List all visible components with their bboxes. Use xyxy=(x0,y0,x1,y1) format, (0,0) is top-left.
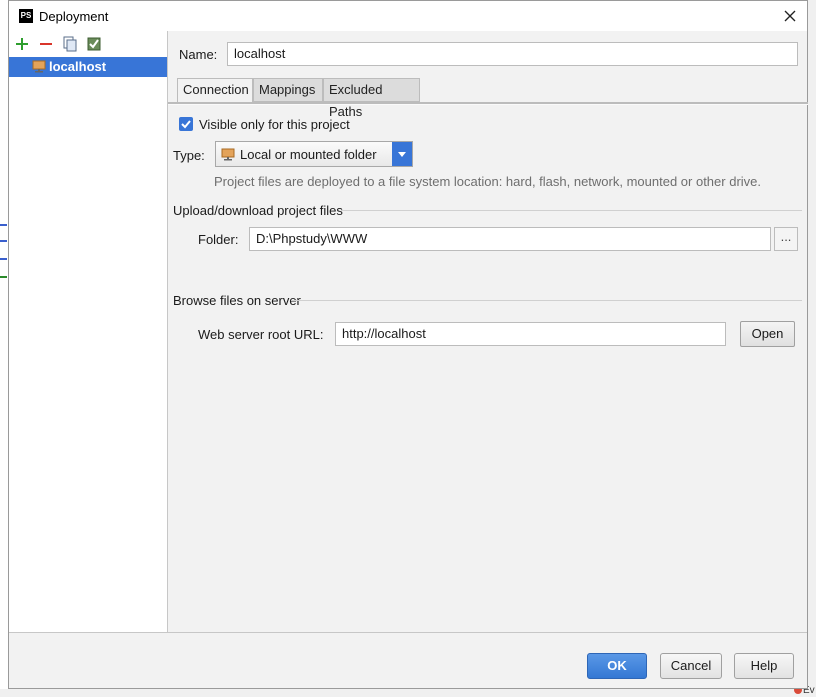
window-title: Deployment xyxy=(39,9,109,24)
help-button[interactable]: Help xyxy=(734,653,794,679)
name-label: Name: xyxy=(179,47,218,62)
background-editor xyxy=(0,0,8,697)
section-divider xyxy=(341,210,802,211)
cancel-button[interactable]: Cancel xyxy=(660,653,722,679)
editor-mark xyxy=(0,258,7,260)
type-dropdown[interactable]: Local or mounted folder xyxy=(215,141,413,167)
folder-label: Folder: xyxy=(198,232,239,247)
dialog-button-bar: OK Cancel Help xyxy=(9,632,807,688)
add-icon xyxy=(16,38,28,50)
background-bottom xyxy=(0,689,816,697)
background-right xyxy=(808,0,816,697)
title-bar: PS Deployment xyxy=(9,1,807,31)
server-config-panel: Name: localhost Connection Mappings Excl… xyxy=(168,31,808,632)
local-folder-server-icon xyxy=(32,60,46,73)
dropdown-arrow[interactable] xyxy=(392,142,412,166)
tab-excluded-paths[interactable]: Excluded Paths xyxy=(323,78,420,119)
web-root-url-label: Web server root URL: xyxy=(198,327,324,342)
close-icon xyxy=(784,10,796,22)
upload-section-title: Upload/download project files xyxy=(173,203,343,218)
ok-button[interactable]: OK xyxy=(587,653,647,679)
server-item-localhost[interactable]: localhost xyxy=(9,57,167,77)
browse-folder-button[interactable]: ... xyxy=(774,227,798,251)
close-button[interactable] xyxy=(779,5,801,27)
browse-section-title: Browse files on server xyxy=(173,293,301,308)
name-field[interactable]: localhost xyxy=(227,42,798,66)
chevron-down-icon xyxy=(398,152,406,157)
copy-server-button[interactable] xyxy=(61,35,79,53)
open-url-button[interactable]: Open xyxy=(740,321,795,347)
type-label: Type: xyxy=(173,148,205,163)
local-folder-icon xyxy=(221,148,235,161)
set-default-icon xyxy=(87,37,101,51)
remove-icon xyxy=(40,43,52,45)
tab-connection[interactable]: Connection xyxy=(177,78,253,103)
web-root-url-field[interactable]: http://localhost xyxy=(335,322,726,346)
server-toolbar xyxy=(9,31,167,57)
remove-server-button[interactable] xyxy=(37,35,55,53)
copy-icon xyxy=(63,36,77,52)
editor-mark xyxy=(0,276,7,278)
type-value: Local or mounted folder xyxy=(240,147,377,162)
set-default-button[interactable] xyxy=(85,35,103,53)
visible-only-checkbox[interactable] xyxy=(179,117,193,131)
section-divider xyxy=(291,300,802,301)
server-list-panel: localhost xyxy=(9,31,168,632)
folder-field[interactable]: D:\Phpstudy\WWW xyxy=(249,227,771,251)
visible-only-label: Visible only for this project xyxy=(199,117,350,132)
editor-mark xyxy=(0,240,7,242)
tab-underline-highlight xyxy=(168,104,808,105)
deployment-dialog: PS Deployment localhost Name: localhost … xyxy=(8,0,808,689)
type-hint: Project files are deployed to a file sys… xyxy=(214,174,761,189)
server-item-label: localhost xyxy=(49,59,107,74)
checkmark-icon xyxy=(181,120,191,129)
add-server-button[interactable] xyxy=(13,35,31,53)
editor-mark xyxy=(0,224,7,226)
app-icon: PS xyxy=(19,9,33,23)
tab-mappings[interactable]: Mappings xyxy=(253,78,323,102)
